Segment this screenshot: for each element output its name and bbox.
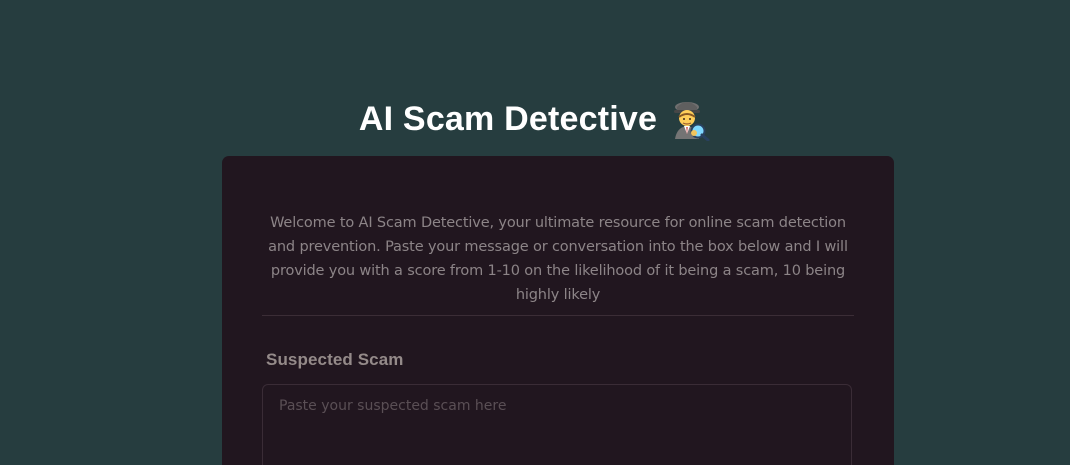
section-divider (262, 315, 854, 316)
suspected-scam-label: Suspected Scam (266, 350, 404, 369)
page-title: AI Scam Detective (358, 100, 658, 138)
suspected-scam-input[interactable] (262, 384, 852, 465)
page: AI Scam Detective Welcome to AI Scam Det… (0, 0, 1070, 465)
header: AI Scam Detective (0, 92, 1070, 146)
detective-icon (667, 97, 711, 142)
scam-check-card: Welcome to AI Scam Detective, your ultim… (222, 156, 894, 465)
intro-text: Welcome to AI Scam Detective, your ultim… (268, 214, 848, 303)
